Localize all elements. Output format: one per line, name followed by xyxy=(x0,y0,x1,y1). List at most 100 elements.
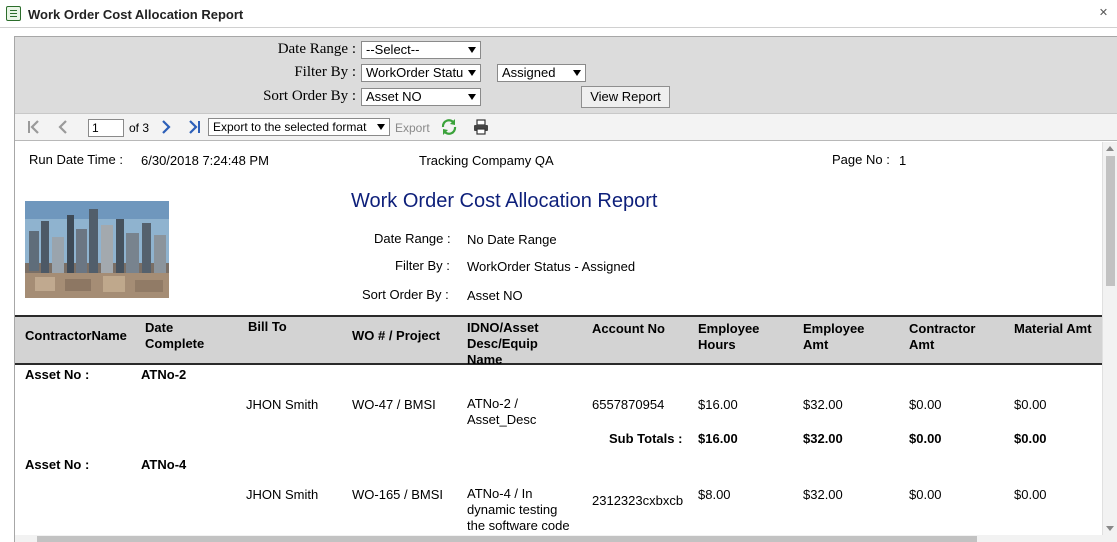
print-icon[interactable] xyxy=(472,118,490,136)
refresh-icon[interactable] xyxy=(440,118,458,136)
chevron-down-icon xyxy=(468,70,476,76)
wo-project-cell: WO-47 / BMSI xyxy=(352,397,436,412)
col-date-complete: Date Complete xyxy=(145,320,204,352)
material-amt-cell: $0.00 xyxy=(1014,487,1047,502)
employee-hours-cell: $8.00 xyxy=(698,487,731,502)
next-page-icon[interactable] xyxy=(157,118,175,136)
asset-no-value: ATNo-4 xyxy=(141,457,187,472)
chevron-down-icon xyxy=(468,47,476,53)
col-contractor-amt: Contractor Amt xyxy=(909,321,975,353)
contractor-amt-cell: $0.00 xyxy=(909,397,942,412)
idno-asset-cell: ATNo-2 /Asset_Desc xyxy=(467,396,536,428)
report-toolbar: 1 of 3 Export to the selected format Exp… xyxy=(15,113,1117,141)
report-filter-by-label: Filter By : xyxy=(395,258,450,273)
subtotal-employee-hours: $16.00 xyxy=(698,431,738,446)
column-header-row: ContractorName Date Complete Bill To WO #… xyxy=(15,315,1103,368)
chevron-down-icon xyxy=(468,94,476,100)
report-page: Run Date Time : 6/30/2018 7:24:48 PM Tra… xyxy=(15,142,1103,535)
last-page-icon[interactable] xyxy=(185,118,203,136)
col-employee-amt-line: Employee xyxy=(803,321,865,336)
filter-value-select-value: Assigned xyxy=(502,65,556,80)
col-employee-hours: Employee Hours xyxy=(698,321,759,353)
sort-order-label: Sort Order By : xyxy=(263,88,356,104)
col-date-complete-line: Date xyxy=(145,320,174,335)
export-link[interactable]: Export xyxy=(395,121,430,135)
report-filter-by-value: WorkOrder Status - Assigned xyxy=(467,259,636,274)
view-report-button[interactable]: View Report xyxy=(581,86,670,108)
asset-no-label: Asset No : xyxy=(25,367,90,382)
horizontal-scroll-thumb[interactable] xyxy=(37,536,977,542)
subtotal-material-amt: $0.00 xyxy=(1014,431,1047,446)
page-no-label: Page No : xyxy=(832,152,890,167)
wo-project-cell: WO-165 / BMSI xyxy=(352,487,444,502)
scroll-up-icon[interactable] xyxy=(1106,146,1114,151)
close-icon[interactable]: ✕ xyxy=(1098,8,1109,19)
col-material-amt: Material Amt xyxy=(1014,321,1092,337)
asset-no-value: ATNo-2 xyxy=(141,367,187,382)
page-number-input[interactable]: 1 xyxy=(88,119,124,137)
idno-asset-line: ATNo-4 / In xyxy=(467,486,533,501)
account-no-cell: 2312323cxbxcb xyxy=(592,493,684,508)
report-sort-by-label: Sort Order By : xyxy=(362,287,449,302)
idno-asset-line: ATNo-2 / xyxy=(467,396,519,411)
report-date-range-label: Date Range : xyxy=(374,231,451,246)
page-no-value: 1 xyxy=(899,153,907,168)
date-range-select[interactable]: --Select-- xyxy=(361,41,481,59)
bill-to-cell: JHON Smith xyxy=(246,397,319,412)
employee-hours-cell: $16.00 xyxy=(698,397,738,412)
col-wo-project-line: WO # / Project xyxy=(352,328,441,343)
filter-by-label: Filter By : xyxy=(294,64,356,80)
account-no-cell: 6557870954 xyxy=(592,397,665,412)
export-format-select[interactable]: Export to the selected format xyxy=(208,118,390,136)
chevron-down-icon xyxy=(377,124,385,130)
col-date-complete-line: Complete xyxy=(145,336,205,351)
scroll-down-icon[interactable] xyxy=(1106,526,1114,531)
col-employee-hours-line: Employee xyxy=(698,321,760,336)
idno-asset-cell: ATNo-4 / In dynamic testing the software c… xyxy=(467,486,570,534)
idno-asset-line: Asset_Desc xyxy=(467,412,537,427)
col-employee-amt: Employee Amt xyxy=(803,321,864,353)
title-bar: Work Order Cost Allocation Report ✕ xyxy=(0,0,1117,28)
col-idno-asset-line: Desc/Equip xyxy=(467,336,538,351)
col-idno-asset-line: IDNO/Asset xyxy=(467,320,539,335)
bill-to-cell: JHON Smith xyxy=(246,487,319,502)
run-date-value: 6/30/2018 7:24:48 PM xyxy=(141,153,269,168)
sort-order-select[interactable]: Asset NO xyxy=(361,88,481,106)
window-title: Work Order Cost Allocation Report xyxy=(28,7,244,22)
idno-asset-line: the software code xyxy=(467,518,570,533)
col-account-no-line: Account No xyxy=(592,321,665,336)
material-amt-cell: $0.00 xyxy=(1014,397,1047,412)
col-material-amt-line: Material Amt xyxy=(1014,321,1092,336)
horizontal-scrollbar[interactable] xyxy=(15,535,1117,542)
filter-by-select[interactable]: WorkOrder Statu xyxy=(361,64,481,82)
employee-amt-cell: $32.00 xyxy=(803,397,843,412)
filter-value-select[interactable]: Assigned xyxy=(497,64,586,82)
col-bill-to-line: Bill To xyxy=(248,319,287,334)
report-viewer: Date Range : --Select-- Filter By : Work… xyxy=(14,36,1117,542)
list-icon xyxy=(6,6,21,21)
col-contractor-amt-line: Amt xyxy=(909,337,935,352)
first-page-icon[interactable] xyxy=(25,118,43,136)
city-skyline-image xyxy=(25,201,169,298)
contractor-amt-cell: $0.00 xyxy=(909,487,942,502)
report-window: Work Order Cost Allocation Report ✕ Date… xyxy=(0,0,1117,542)
prev-page-icon[interactable] xyxy=(54,118,72,136)
subtotal-employee-amt: $32.00 xyxy=(803,431,843,446)
run-date-label: Run Date Time : xyxy=(29,152,123,167)
subtotal-contractor-amt: $0.00 xyxy=(909,431,942,446)
employee-amt-cell: $32.00 xyxy=(803,487,843,502)
vertical-scroll-thumb[interactable] xyxy=(1106,156,1115,286)
col-idno-asset: IDNO/Asset Desc/Equip Name xyxy=(467,320,539,368)
report-date-range-value: No Date Range xyxy=(467,232,557,247)
col-employee-amt-line: Amt xyxy=(803,337,829,352)
filter-by-select-value: WorkOrder Statu xyxy=(366,65,464,80)
col-employee-hours-line: Hours xyxy=(698,337,736,352)
vertical-scrollbar[interactable] xyxy=(1102,142,1117,535)
col-bill-to: Bill To xyxy=(248,319,287,335)
parameter-panel: Date Range : --Select-- Filter By : Work… xyxy=(15,37,1117,113)
page-count: of 3 xyxy=(129,121,150,135)
col-contractor-name-line: ContractorName xyxy=(25,328,127,343)
col-wo-project: WO # / Project xyxy=(352,328,440,344)
col-contractor-name: ContractorName xyxy=(25,328,127,344)
asset-no-label: Asset No : xyxy=(25,457,90,472)
